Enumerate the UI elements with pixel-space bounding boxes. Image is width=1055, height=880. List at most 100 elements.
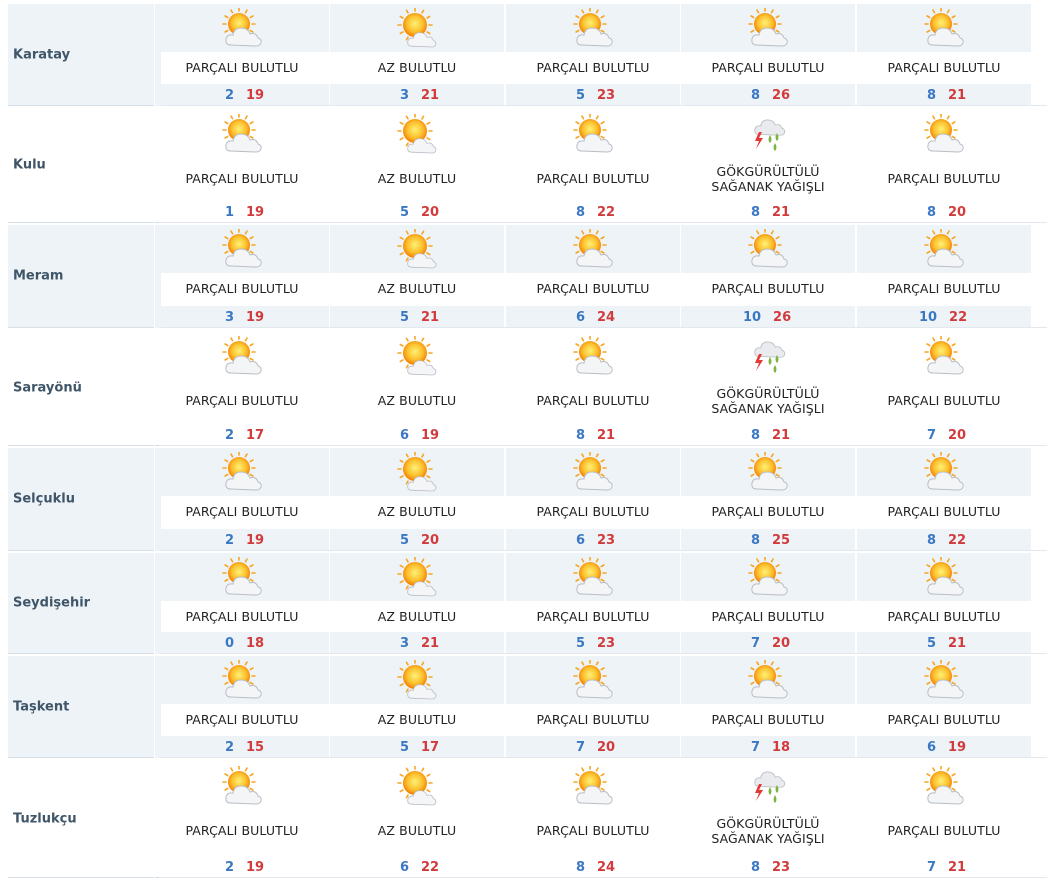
min-temperature: 7: [575, 740, 585, 755]
weather-description-line: PARÇALI BULUTLU: [536, 171, 650, 186]
weather-description-line: PARÇALI BULUTLU: [536, 504, 650, 519]
max-temperature: 21: [772, 205, 791, 220]
temperature-range: 8 26: [681, 88, 855, 103]
temperature-range: 0 18: [155, 636, 329, 651]
min-temperature: 5: [575, 88, 585, 103]
min-temperature: 2: [224, 740, 234, 755]
weather-description-line: PARÇALI BULUTLU: [536, 60, 650, 75]
partly-cloudy-icon: [922, 451, 966, 492]
day-forecast-cell: PARÇALI BULUTLU 3 19: [154, 225, 329, 328]
weather-description: PARÇALI BULUTLU: [155, 281, 329, 296]
weather-description: AZ BULUTLU: [330, 504, 504, 519]
thunderstorm-icon: [746, 114, 790, 154]
min-temperature: 5: [399, 740, 409, 755]
temperature-range: 8 21: [681, 428, 855, 443]
max-temperature: 25: [772, 533, 791, 548]
weather-description-line: AZ BULUTLU: [377, 60, 457, 75]
weather-description: PARÇALI BULUTLU: [155, 60, 329, 75]
partly-cloudy-icon: [571, 228, 615, 269]
temperature-range: 10 26: [681, 310, 855, 325]
min-temperature: 0: [224, 636, 234, 651]
temperature-range: 8 22: [857, 533, 1031, 548]
max-temperature: 22: [597, 205, 616, 220]
weather-description: PARÇALI BULUTLU: [681, 504, 855, 519]
max-temperature: 19: [246, 205, 265, 220]
max-temperature: 20: [772, 636, 791, 651]
max-temperature: 18: [246, 636, 265, 651]
city-cell: Seydişehir: [8, 553, 161, 654]
day-forecast-cell: GÖKGÜRÜLTÜLÜ SAĞANAK YAĞIŞLI 8 23: [680, 760, 855, 878]
partly-cloudy-icon: [571, 556, 615, 597]
mostly-sunny-icon: [395, 765, 439, 806]
partly-cloudy-icon: [220, 113, 264, 154]
weather-description-line: GÖKGÜRÜLTÜLÜ: [716, 816, 820, 831]
partly-cloudy-icon: [220, 451, 264, 492]
temperature-range: 2 19: [155, 88, 329, 103]
day-forecast-cell: GÖKGÜRÜLTÜLÜ SAĞANAK YAĞIŞLI 8 21: [680, 330, 855, 446]
day-forecast-cell: PARÇALI BULUTLU 5 23: [505, 4, 680, 106]
max-temperature: 20: [421, 533, 440, 548]
weather-description: PARÇALI BULUTLU: [857, 60, 1031, 75]
weather-description-line: PARÇALI BULUTLU: [711, 60, 825, 75]
weather-description: PARÇALI BULUTLU: [506, 393, 680, 408]
temperature-range: 8 25: [681, 533, 855, 548]
weather-description: PARÇALI BULUTLU: [155, 504, 329, 519]
weather-description-line: PARÇALI BULUTLU: [887, 823, 1001, 838]
weather-description-line: SAĞANAK YAĞIŞLI: [711, 179, 825, 194]
temperature-range: 8 24: [506, 860, 680, 875]
partly-cloudy-icon: [220, 7, 264, 48]
city-cell: Karatay: [8, 4, 161, 106]
mostly-sunny-icon: [395, 335, 439, 376]
day-forecast-cell: PARÇALI BULUTLU 8 21: [856, 4, 1031, 106]
city-cell: Meram: [8, 225, 161, 328]
max-temperature: 19: [246, 88, 265, 103]
city-name: Seydişehir: [13, 595, 91, 611]
min-temperature: 8: [926, 88, 936, 103]
city-name: Selçuklu: [13, 491, 75, 507]
max-temperature: 17: [421, 740, 440, 755]
city-name: Taşkent: [13, 699, 70, 714]
min-temperature: 8: [926, 533, 936, 548]
weather-description: AZ BULUTLU: [330, 171, 504, 186]
day-forecast-cell: PARÇALI BULUTLU 6 19: [856, 656, 1031, 758]
max-temperature: 26: [772, 88, 791, 103]
max-temperature: 21: [421, 636, 440, 651]
day-forecast-cell: PARÇALI BULUTLU 6 23: [505, 448, 680, 551]
max-temperature: 21: [948, 88, 967, 103]
weather-description-line: PARÇALI BULUTLU: [185, 281, 299, 296]
temperature-range: 3 19: [155, 310, 329, 325]
city-name: Karatay: [13, 47, 71, 62]
max-temperature: 19: [246, 860, 265, 875]
weather-description-line: PARÇALI BULUTLU: [887, 393, 1001, 408]
temperature-range: 7 20: [506, 740, 680, 755]
weather-description-line: GÖKGÜRÜLTÜLÜ: [716, 386, 820, 401]
partly-cloudy-icon: [220, 228, 264, 269]
weather-description: PARÇALI BULUTLU: [506, 171, 680, 186]
weather-description-line: PARÇALI BULUTLU: [536, 823, 650, 838]
weather-description-line: PARÇALI BULUTLU: [185, 609, 299, 624]
max-temperature: 19: [421, 428, 440, 443]
weather-description-line: PARÇALI BULUTLU: [536, 393, 650, 408]
city-cell: Kulu: [8, 108, 161, 223]
forecast-table: Karatay PARÇALI BULUTLU 2 19 AZ BULUTLU 3 21 PA…: [8, 0, 1055, 880]
weather-description-line: AZ BULUTLU: [377, 171, 457, 186]
weather-description: PARÇALI BULUTLU: [506, 60, 680, 75]
day-forecast-cell: PARÇALI BULUTLU 7 20: [856, 330, 1031, 446]
day-forecast-cell: AZ BULUTLU 3 21: [329, 4, 504, 106]
min-temperature: 7: [750, 636, 760, 651]
weather-description: PARÇALI BULUTLU: [681, 609, 855, 624]
min-temperature: 2: [224, 428, 234, 443]
partly-cloudy-icon: [220, 556, 264, 597]
min-temperature: 8: [575, 205, 585, 220]
temperature-range: 5 23: [506, 88, 680, 103]
day-forecast-cell: PARÇALI BULUTLU 6 24: [505, 225, 680, 328]
min-temperature: 10: [918, 310, 938, 325]
weather-description: GÖKGÜRÜLTÜLÜ SAĞANAK YAĞIŞLI: [681, 386, 855, 416]
weather-description: AZ BULUTLU: [330, 712, 504, 727]
weather-description: PARÇALI BULUTLU: [857, 393, 1031, 408]
max-temperature: 21: [421, 310, 440, 325]
min-temperature: 8: [750, 860, 760, 875]
weather-description-line: AZ BULUTLU: [377, 393, 457, 408]
min-temperature: 6: [575, 533, 585, 548]
weather-description-line: PARÇALI BULUTLU: [536, 609, 650, 624]
